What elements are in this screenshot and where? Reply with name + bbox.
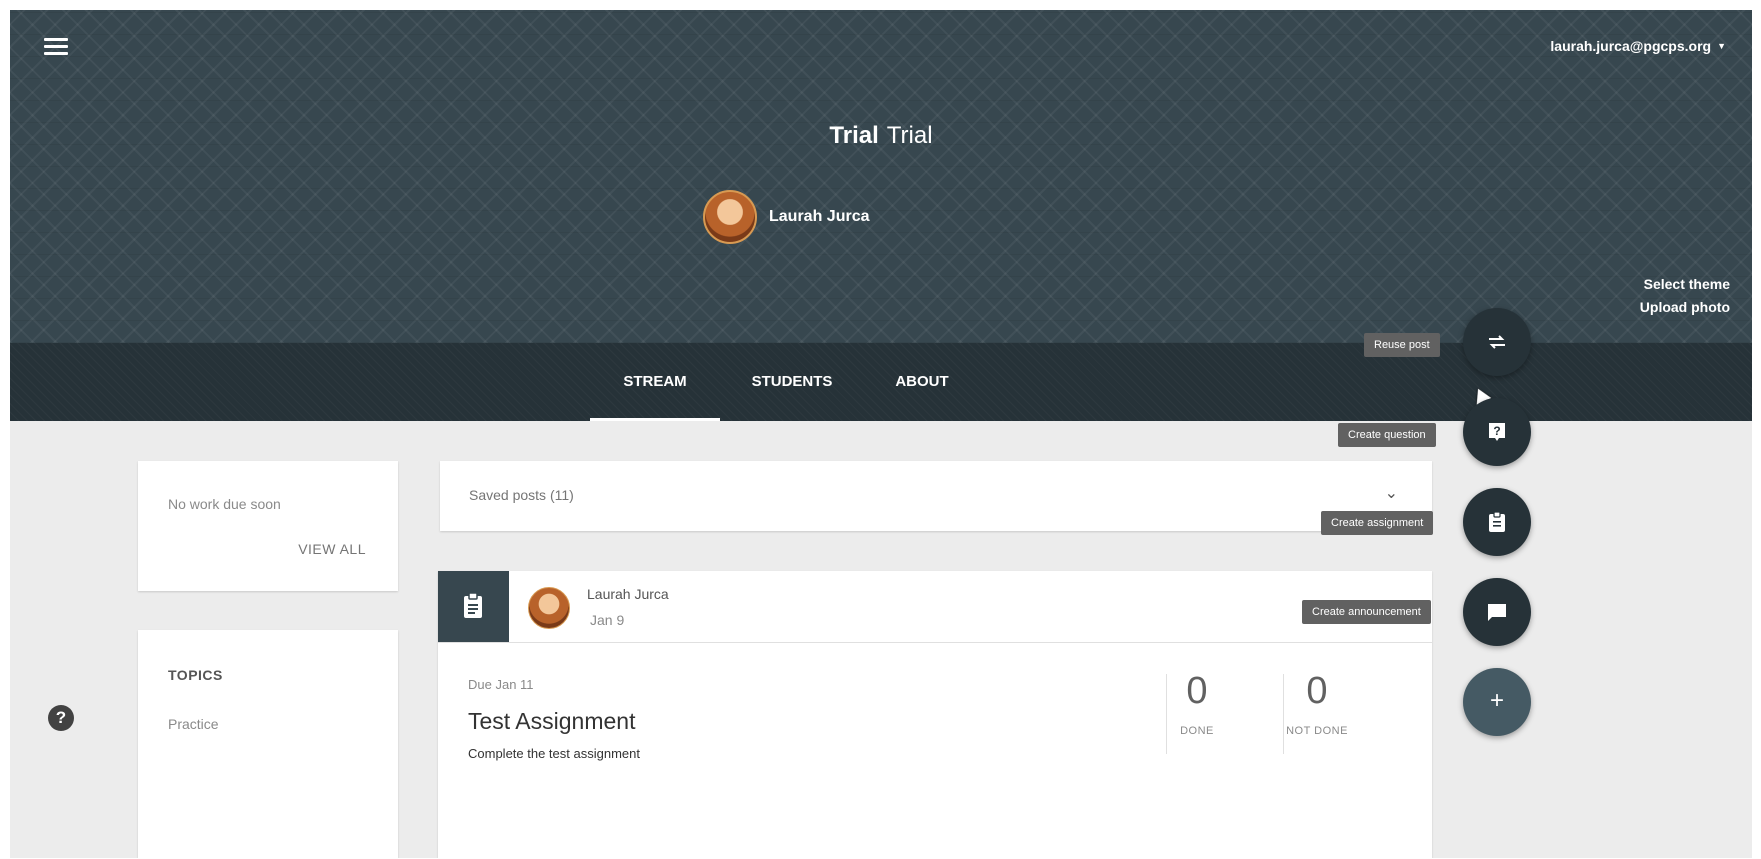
plus-icon: + [1489, 687, 1504, 714]
topic-item[interactable]: Practice [168, 716, 219, 732]
create-assignment-label: Create assignment [1321, 511, 1434, 535]
class-banner: laurah.jurca@pgcps.org ▼ Trial Trial Laura… [10, 10, 1752, 343]
teacher-avatar [703, 190, 757, 244]
post-author: Laurah Jurca [587, 586, 669, 602]
teacher-name: Laurah Jurca [769, 208, 870, 225]
class-section: Trial [886, 122, 933, 149]
hamburger-menu-icon[interactable] [44, 38, 68, 56]
tab-stream[interactable]: STREAM [590, 343, 720, 421]
view-all-link[interactable]: VIEW ALL [298, 541, 366, 557]
create-question-button[interactable]: ? [1463, 398, 1531, 466]
reuse-post-label: Reuse post [1364, 333, 1440, 357]
tab-students[interactable]: STUDENTS [732, 343, 852, 421]
question-icon: ? [1489, 423, 1505, 441]
saved-posts-dropdown[interactable]: Saved posts (11) ⌄ [440, 461, 1432, 531]
chevron-down-icon: ⌄ [1384, 485, 1398, 502]
assignment-type-tile [438, 571, 509, 642]
tab-about[interactable]: ABOUT [872, 343, 972, 421]
create-announcement-label: Create announcement [1302, 600, 1431, 624]
theme-links: Select theme Upload photo [1640, 273, 1730, 319]
chevron-down-icon: ▼ [1717, 41, 1726, 51]
upcoming-empty-text: No work due soon [168, 496, 281, 512]
create-assignment-button[interactable] [1463, 488, 1531, 556]
help-icon[interactable]: ? [48, 705, 74, 731]
saved-posts-label: Saved posts (11) [469, 487, 574, 503]
done-stat[interactable]: 0 DONE [1138, 671, 1256, 737]
not-done-stat[interactable]: 0 NOT DONE [1258, 671, 1376, 737]
post-title[interactable]: Test Assignment [468, 708, 635, 735]
teacher-info: Laurah Jurca [703, 190, 869, 244]
assignment-icon [464, 593, 482, 618]
not-done-count: 0 [1306, 670, 1328, 712]
class-name: Trial [829, 122, 879, 149]
done-label: DONE [1180, 725, 1214, 737]
reuse-icon [1489, 335, 1505, 349]
post-due-date: Due Jan 11 [468, 677, 534, 692]
post-description: Complete the test assignment [468, 746, 640, 761]
class-title: Trial Trial [10, 122, 1752, 150]
upload-photo-link[interactable]: Upload photo [1640, 296, 1730, 319]
not-done-label: NOT DONE [1286, 725, 1348, 737]
upcoming-card: No work due soon VIEW ALL [138, 461, 398, 591]
create-fab-button[interactable]: + [1463, 668, 1531, 736]
create-question-label: Create question [1338, 423, 1436, 447]
select-theme-link[interactable]: Select theme [1640, 273, 1730, 296]
post-divider [438, 642, 1432, 643]
svg-text:?: ? [1493, 424, 1500, 438]
announcement-icon [1488, 604, 1506, 621]
reuse-post-button[interactable] [1463, 308, 1531, 376]
post-date: Jan 9 [590, 612, 625, 628]
topics-card: TOPICS Practice [138, 630, 398, 858]
account-email: laurah.jurca@pgcps.org [1550, 38, 1712, 54]
assignment-icon [1489, 511, 1505, 532]
create-announcement-button[interactable] [1463, 578, 1531, 646]
done-count: 0 [1186, 670, 1208, 712]
assignment-post[interactable]: Laurah Jurca Jan 9 Due Jan 11 Test Assig… [438, 571, 1432, 858]
account-menu[interactable]: laurah.jurca@pgcps.org ▼ [1550, 38, 1726, 54]
topics-heading: TOPICS [168, 667, 223, 683]
classroom-window: laurah.jurca@pgcps.org ▼ Trial Trial Laura… [10, 10, 1752, 858]
author-avatar [528, 587, 570, 629]
